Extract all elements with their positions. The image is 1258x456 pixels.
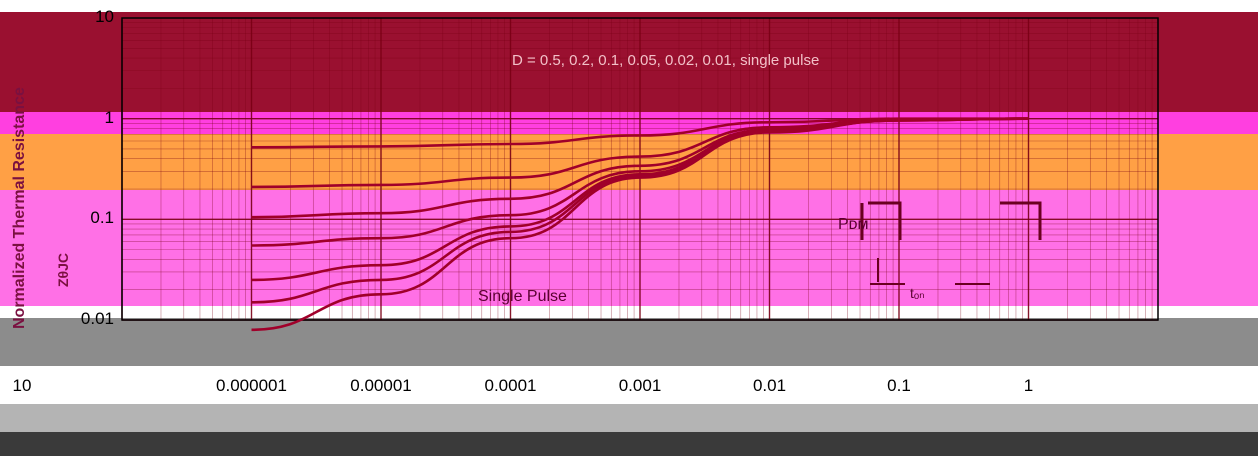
pulse-waveform	[860, 201, 1042, 240]
chart-figure: Normalized Thermal Resistance ZθJC Singl…	[0, 0, 1258, 456]
x-tick-label: 0.001	[618, 376, 662, 395]
y-tick-label: 0.1	[90, 208, 114, 228]
x-tick-label: 0.00001	[350, 376, 412, 395]
pdm-annotation: Pᴅᴍ	[838, 216, 869, 233]
y-tick-label: 1	[104, 107, 114, 127]
x-tick-label: 0.0001	[484, 376, 537, 395]
x-tick-label: 0.1	[887, 376, 911, 395]
x-tick-label: 0.000001	[216, 376, 287, 395]
duty-cycle-legend: D = 0.5, 0.2, 0.1, 0.05, 0.02, 0.01, sin…	[512, 52, 820, 69]
ton-annotation: tₒₙ	[910, 285, 925, 301]
y-axis-label: Normalized Thermal Resistance	[11, 87, 28, 329]
x-tick-label: 10	[12, 376, 32, 395]
y-tick-label: 0.01	[80, 309, 114, 328]
x-tick-label: 0.01	[752, 376, 787, 395]
x-tick-label: 1	[1023, 376, 1034, 395]
y-tick-label: 10	[95, 7, 114, 26]
single-pulse-annotation: Single Pulse	[478, 288, 567, 305]
y-axis-symbol: ZθJC	[55, 252, 72, 288]
